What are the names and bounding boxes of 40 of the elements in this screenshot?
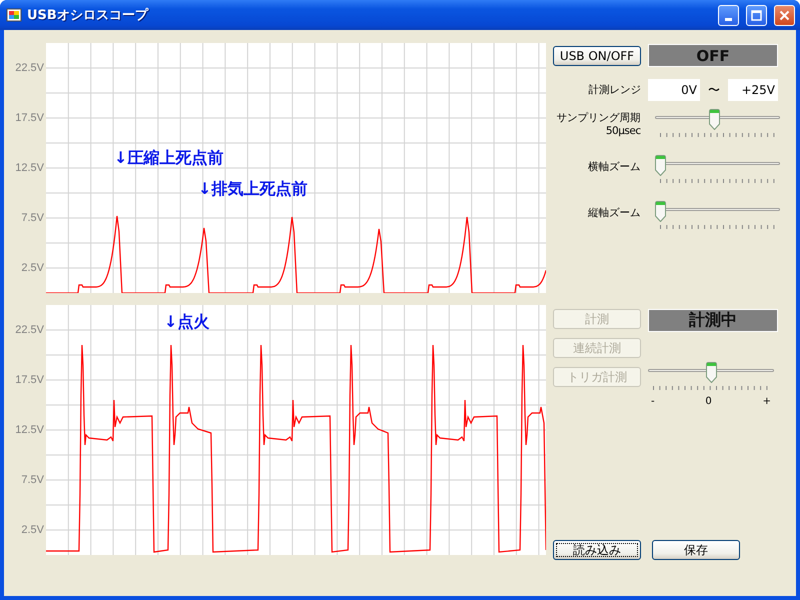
axis-label: 7.5V (20, 473, 45, 488)
usb-toggle-button[interactable]: USB ON/OFF (553, 46, 641, 66)
axis-label: 22.5V (14, 323, 45, 338)
axis-label: 12.5V (14, 423, 45, 438)
axis-label: 2.5V (20, 261, 45, 276)
slider-thumb[interactable] (654, 155, 666, 176)
slider-label: 縦軸ズーム (587, 207, 641, 220)
slider-thumb[interactable] (706, 362, 716, 383)
file-button[interactable]: 読み込み (553, 540, 641, 560)
close-icon (779, 10, 790, 20)
axis-label: 12.5V (14, 161, 45, 176)
minimize-button[interactable] (718, 4, 739, 26)
axis-label: 2.5V (20, 523, 45, 538)
maximize-button[interactable] (746, 4, 767, 26)
scale-label: - (651, 396, 655, 407)
axis-label: 22.5V (14, 61, 45, 76)
scale-label: + (762, 396, 771, 407)
range-min-field[interactable]: 0V (648, 79, 700, 101)
annotation-label: ↓排気上死点前 (198, 179, 308, 200)
slider-label: 横軸ズーム (587, 161, 641, 174)
close-button[interactable] (774, 4, 795, 26)
measure-status-display: 計測中 (648, 309, 778, 332)
range-separator: 〜 (707, 82, 721, 98)
annotation-label: ↓圧縮上死点前 (114, 148, 224, 169)
range-label: 計測レンジ (588, 84, 641, 96)
axis-label: 17.5V (14, 111, 45, 126)
scale-label: 0 (705, 396, 712, 407)
slider-thumb[interactable] (708, 109, 720, 130)
window-title: USBオシロスコープ (27, 6, 150, 24)
maximize-icon (751, 10, 762, 20)
slider-label: サンプリング周期 50μsec (556, 112, 641, 138)
app-icon (6, 7, 22, 23)
file-button[interactable]: 保存 (652, 540, 740, 560)
axis-label: 17.5V (14, 373, 45, 388)
minimize-icon (725, 18, 732, 20)
range-max-field[interactable]: +25V (728, 79, 778, 101)
slider-thumb[interactable] (654, 201, 666, 222)
usb-status-display: OFF (648, 44, 778, 67)
annotation-label: ↓点火 (164, 312, 210, 333)
axis-label: 7.5V (20, 211, 45, 226)
